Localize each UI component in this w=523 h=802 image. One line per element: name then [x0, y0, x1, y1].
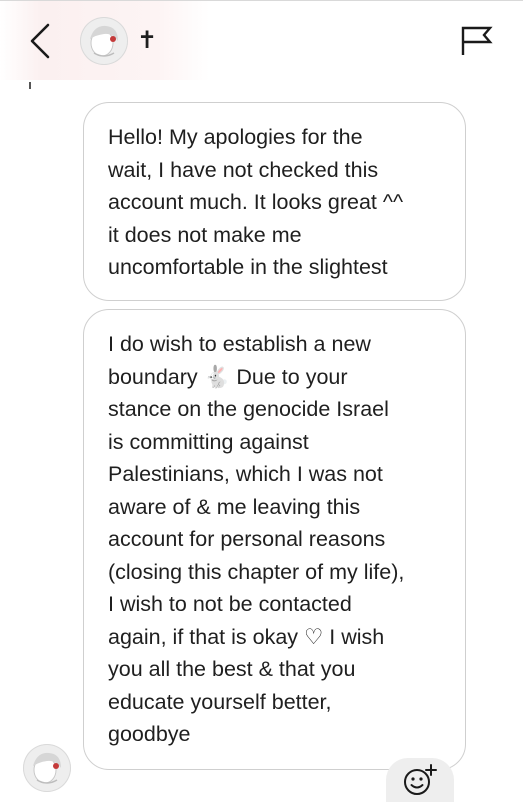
message-bubble[interactable]: Hello! My apologies for the wait, I have… [83, 102, 466, 301]
text-cursor-mark [29, 82, 31, 89]
avatar-image [24, 745, 70, 791]
message-bubble[interactable]: I do wish to establish a new boundary 🐇 … [83, 309, 466, 770]
add-reaction-icon [404, 764, 437, 795]
flag-icon [461, 26, 493, 55]
report-button[interactable] [458, 24, 496, 58]
back-button[interactable] [22, 20, 58, 62]
avatar-image [81, 18, 127, 64]
contact-avatar[interactable] [80, 17, 128, 65]
chat-header: ✝ [0, 0, 523, 80]
chevron-left-icon [30, 23, 50, 59]
sender-avatar[interactable] [23, 744, 71, 792]
contact-username[interactable]: ✝ [137, 27, 157, 55]
add-reaction-button[interactable] [386, 758, 454, 802]
header-divider [0, 0, 523, 1]
